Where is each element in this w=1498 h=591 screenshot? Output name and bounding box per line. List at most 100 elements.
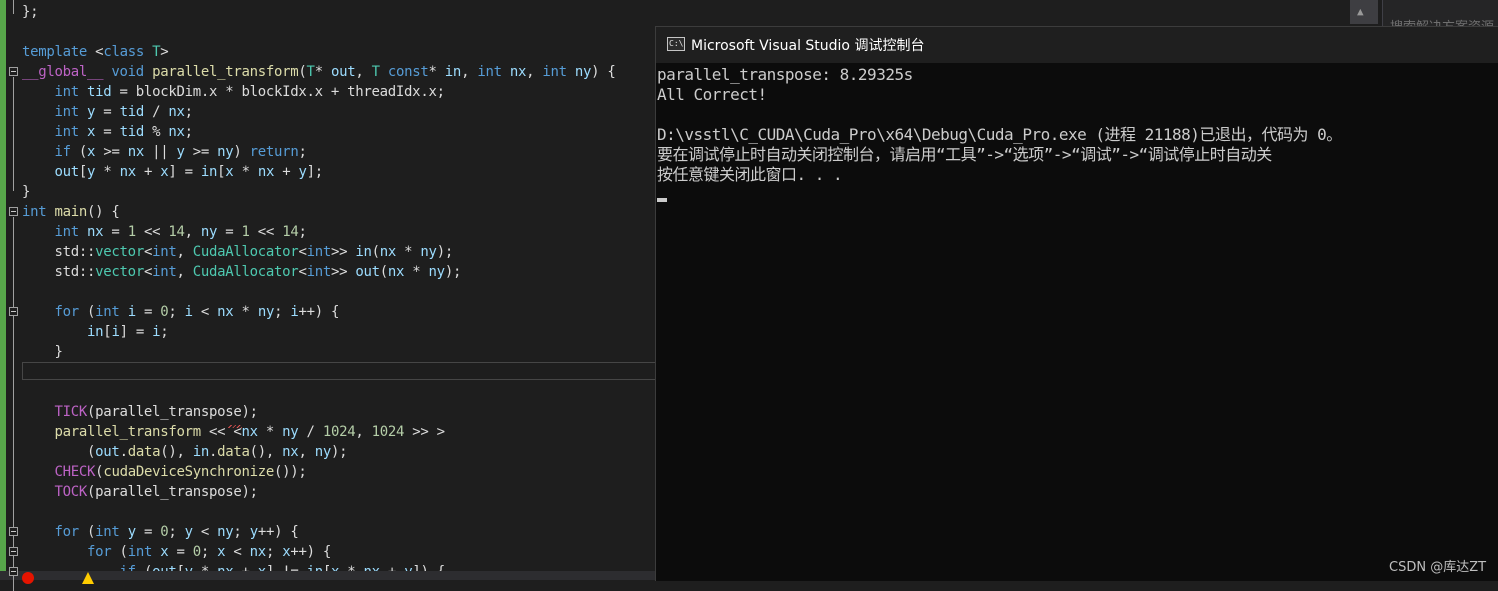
code-token: tid	[87, 84, 112, 100]
code-token: vector	[95, 264, 144, 280]
code-token: y	[249, 524, 258, 540]
code-token: );	[330, 444, 348, 460]
code-token: std::	[22, 244, 96, 260]
error-squiggle	[228, 425, 242, 428]
code-token: ,	[461, 64, 478, 80]
code-token: ;	[168, 524, 185, 540]
code-token: return	[249, 144, 299, 160]
code-token: <	[143, 264, 153, 280]
code-token: int	[127, 544, 161, 560]
code-token: nx	[127, 144, 145, 160]
code-line[interactable]: if (x >= nx || y >= ny) return;	[22, 142, 307, 162]
code-line[interactable]: for (int y = 0; y < ny; y++) {	[22, 522, 299, 542]
code-token: (parallel_transpose);	[87, 484, 258, 500]
code-token: TICK	[54, 404, 88, 420]
code-line[interactable]: int main() {	[22, 202, 120, 222]
code-token: x	[87, 124, 96, 140]
outline-guide	[13, 0, 14, 14]
code-token: i	[127, 304, 136, 320]
code-token: (	[119, 544, 128, 560]
code-token: *	[428, 64, 445, 80]
code-token: ) {	[591, 64, 616, 80]
collapse-icon[interactable]	[9, 547, 18, 556]
code-token: nx	[87, 224, 104, 240]
code-line[interactable]: __global__ void parallel_transform(T* ou…	[22, 62, 616, 82]
code-line[interactable]: TOCK(parallel_transpose);	[22, 482, 259, 502]
code-token: ;	[298, 144, 307, 160]
code-line[interactable]: }	[22, 342, 63, 362]
code-token: for	[54, 524, 88, 540]
code-token: int	[54, 84, 88, 100]
code-token: ;	[200, 544, 218, 560]
code-token: ny	[282, 424, 299, 440]
code-token: ny	[217, 144, 234, 160]
code-token: }	[22, 184, 31, 200]
code-token: int	[22, 204, 55, 220]
code-token: *	[404, 264, 429, 280]
code-line[interactable]: int x = tid % nx;	[22, 122, 194, 142]
collapse-icon[interactable]	[9, 67, 18, 76]
collapse-icon[interactable]	[9, 527, 18, 536]
code-token: y	[127, 524, 136, 540]
code-token: >>	[330, 244, 356, 260]
code-token: vector	[95, 244, 144, 260]
code-token: >>	[330, 264, 356, 280]
code-line[interactable]: for (int i = 0; i < nx * ny; i++) {	[22, 302, 340, 322]
code-line[interactable]: out[y * nx + x] = in[x * nx + y];	[22, 162, 324, 182]
vertical-scrollbar[interactable]	[1350, 0, 1378, 24]
code-token: ++) {	[290, 544, 331, 560]
code-line[interactable]: template <class T>	[22, 42, 169, 62]
code-token: ,	[298, 444, 315, 460]
code-token: out	[355, 264, 380, 280]
code-token: i	[152, 324, 161, 340]
collapse-icon[interactable]	[9, 567, 18, 576]
console-cursor	[657, 198, 667, 202]
code-token: parallel_transform	[152, 64, 299, 80]
code-token: y	[87, 164, 96, 180]
code-token: (	[379, 264, 388, 280]
code-line[interactable]: int y = tid / nx;	[22, 102, 194, 122]
code-token: *	[257, 424, 283, 440]
console-output: parallel_transpose: 8.29325s All Correct…	[657, 65, 1497, 185]
code-line[interactable]: std::vector<int, CudaAllocator<int>> out…	[22, 262, 462, 282]
code-token: ,	[176, 244, 193, 260]
code-token: 14	[168, 224, 185, 240]
code-token: *	[233, 304, 258, 320]
collapse-icon[interactable]	[9, 207, 18, 216]
console-title-bar[interactable]: C:\ Microsoft Visual Studio 调试控制台	[656, 27, 1498, 63]
code-line[interactable]: TICK(parallel_transpose);	[22, 402, 259, 422]
code-token: =	[95, 124, 120, 140]
scroll-up-icon[interactable]: ▲	[1357, 5, 1364, 18]
code-token: CudaAllocator	[192, 244, 299, 260]
code-token: y	[87, 104, 96, 120]
outline-guide	[13, 317, 14, 351]
code-token: out	[330, 64, 356, 80]
code-token: ++) {	[298, 304, 340, 320]
code-line[interactable]: CHECK(cudaDeviceSynchronize());	[22, 462, 307, 482]
error-icon[interactable]	[22, 572, 34, 584]
code-token: <	[192, 304, 218, 320]
code-line[interactable]: (out.data(), in.data(), nx, ny);	[22, 442, 348, 462]
code-token: if	[54, 144, 79, 160]
code-line[interactable]: int nx = 1 << 14, ny = 1 << 14;	[22, 222, 307, 242]
watermark: CSDN @库达ZT	[1389, 560, 1487, 575]
code-token: =	[95, 104, 120, 120]
code-line[interactable]: std::vector<int, CudaAllocator<int>> in(…	[22, 242, 454, 262]
code-token: nx	[168, 124, 185, 140]
code-line[interactable]: }	[22, 182, 30, 202]
code-line[interactable]: for (int x = 0; x < nx; x++) {	[22, 542, 331, 562]
code-line[interactable]: int tid = blockDim.x * blockIdx.x + thre…	[22, 82, 445, 102]
code-token: (),	[249, 444, 283, 460]
debug-console-window[interactable]: C:\ Microsoft Visual Studio 调试控制台 parall…	[655, 26, 1498, 581]
code-line[interactable]: in[i] = i;	[22, 322, 169, 342]
code-token: () {	[87, 204, 120, 220]
code-token: ());	[274, 464, 307, 480]
code-line[interactable]: };	[22, 2, 39, 22]
code-token: /	[298, 424, 323, 440]
code-token: out	[95, 444, 120, 460]
collapse-icon[interactable]	[9, 307, 18, 316]
code-token: nx	[119, 164, 137, 180]
